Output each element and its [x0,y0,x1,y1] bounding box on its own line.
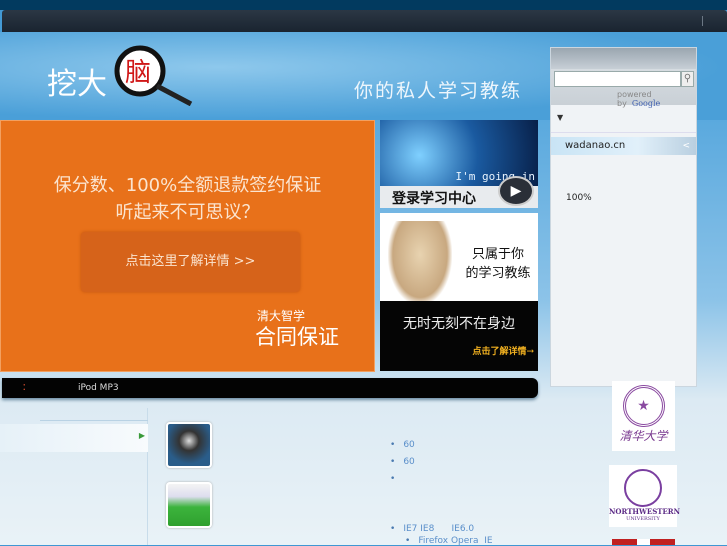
feature-item: 60 [390,457,414,467]
feature-item: 60 [390,440,414,450]
chevron-down-icon[interactable]: ▼ [557,113,563,122]
coach-title: 只属于你 的学习教练 [462,245,534,283]
partner-logo[interactable] [612,539,675,545]
thumbnail-couple[interactable] [166,422,212,468]
ticker-text[interactable]: iPod MP3 [78,378,119,398]
dog-image [388,221,452,305]
sidebar-item[interactable]: ▶ [0,424,148,452]
seal-icon [624,469,662,507]
side-panel: ⚲ powered by Google ▼ wadanao.cn < 100% [550,47,697,387]
sidebar-divider [40,420,148,421]
thumbnail-group[interactable] [166,482,212,528]
search-input[interactable] [554,71,681,87]
feature-item: IE7 IE8 IE6.0 [390,524,474,534]
login-center-link[interactable]: 登录学习中心 [392,188,476,208]
promo-headline: 保分数、100%全额退款签约保证 [53,175,322,196]
arrow-right-icon: ▶ [138,431,145,440]
search-box: ⚲ powered by Google [551,69,696,108]
promo-banner[interactable]: 保分数、100%全额退款签约保证 听起来不可思议？ 点击这里了解详情 >> 清大… [0,120,375,372]
learn-more-button[interactable]: 点击这里了解详情 >> [81,232,300,292]
zoom-level: 100% [566,193,592,203]
panel-header [551,48,696,69]
seal-icon: ★ [622,385,665,427]
coach-ad[interactable]: 只属于你的学习教练 无时无刻不在身边点击了解详情→ [380,213,538,371]
northwestern-sub: UNIVERSITY [626,516,660,522]
nav-bar [2,10,727,32]
coach-details-link[interactable]: 点击了解详情→ [472,344,534,357]
northwestern-logo[interactable]: NORTHWESTERN UNIVERSITY [609,465,681,527]
nav-divider [702,16,703,26]
coach-line2: 的学习教练 [465,266,531,281]
tsinghua-logo[interactable]: ★ 清华大学 [612,381,675,451]
svg-text:脑: 脑 [125,58,151,88]
news-ticker: ： iPod MP3 [2,378,538,398]
top-strip [0,0,727,10]
dropdown[interactable]: ▼ [551,105,696,133]
coach-tagline: 无时无刻不在身边 [403,316,515,332]
svg-text:挖大: 挖大 [47,67,107,102]
play-icon[interactable]: ▶ [498,176,534,206]
northwestern-name: NORTHWESTERN [609,507,681,516]
promo-subline: 听起来不可思议？ [115,202,260,223]
logo[interactable]: 挖大 脑 [45,44,195,106]
search-icon[interactable]: ⚲ [681,71,694,87]
site-label: wadanao.cn [565,140,626,151]
ticker-colon: ： [22,383,32,393]
coach-line1: 只属于你 [471,247,524,262]
sidebar: ▶ [0,408,148,545]
slogan: 你的私人学习教练 [354,80,523,102]
promo-guarantee: 合同保证 [255,325,339,349]
tsinghua-name: 清华大学 [619,429,668,443]
share-icon[interactable]: < [682,137,690,155]
login-ad[interactable]: I'm going in 登录学习中心 ▶ [380,120,538,208]
site-row[interactable]: wadanao.cn < [551,137,696,155]
feature-item [390,474,403,484]
